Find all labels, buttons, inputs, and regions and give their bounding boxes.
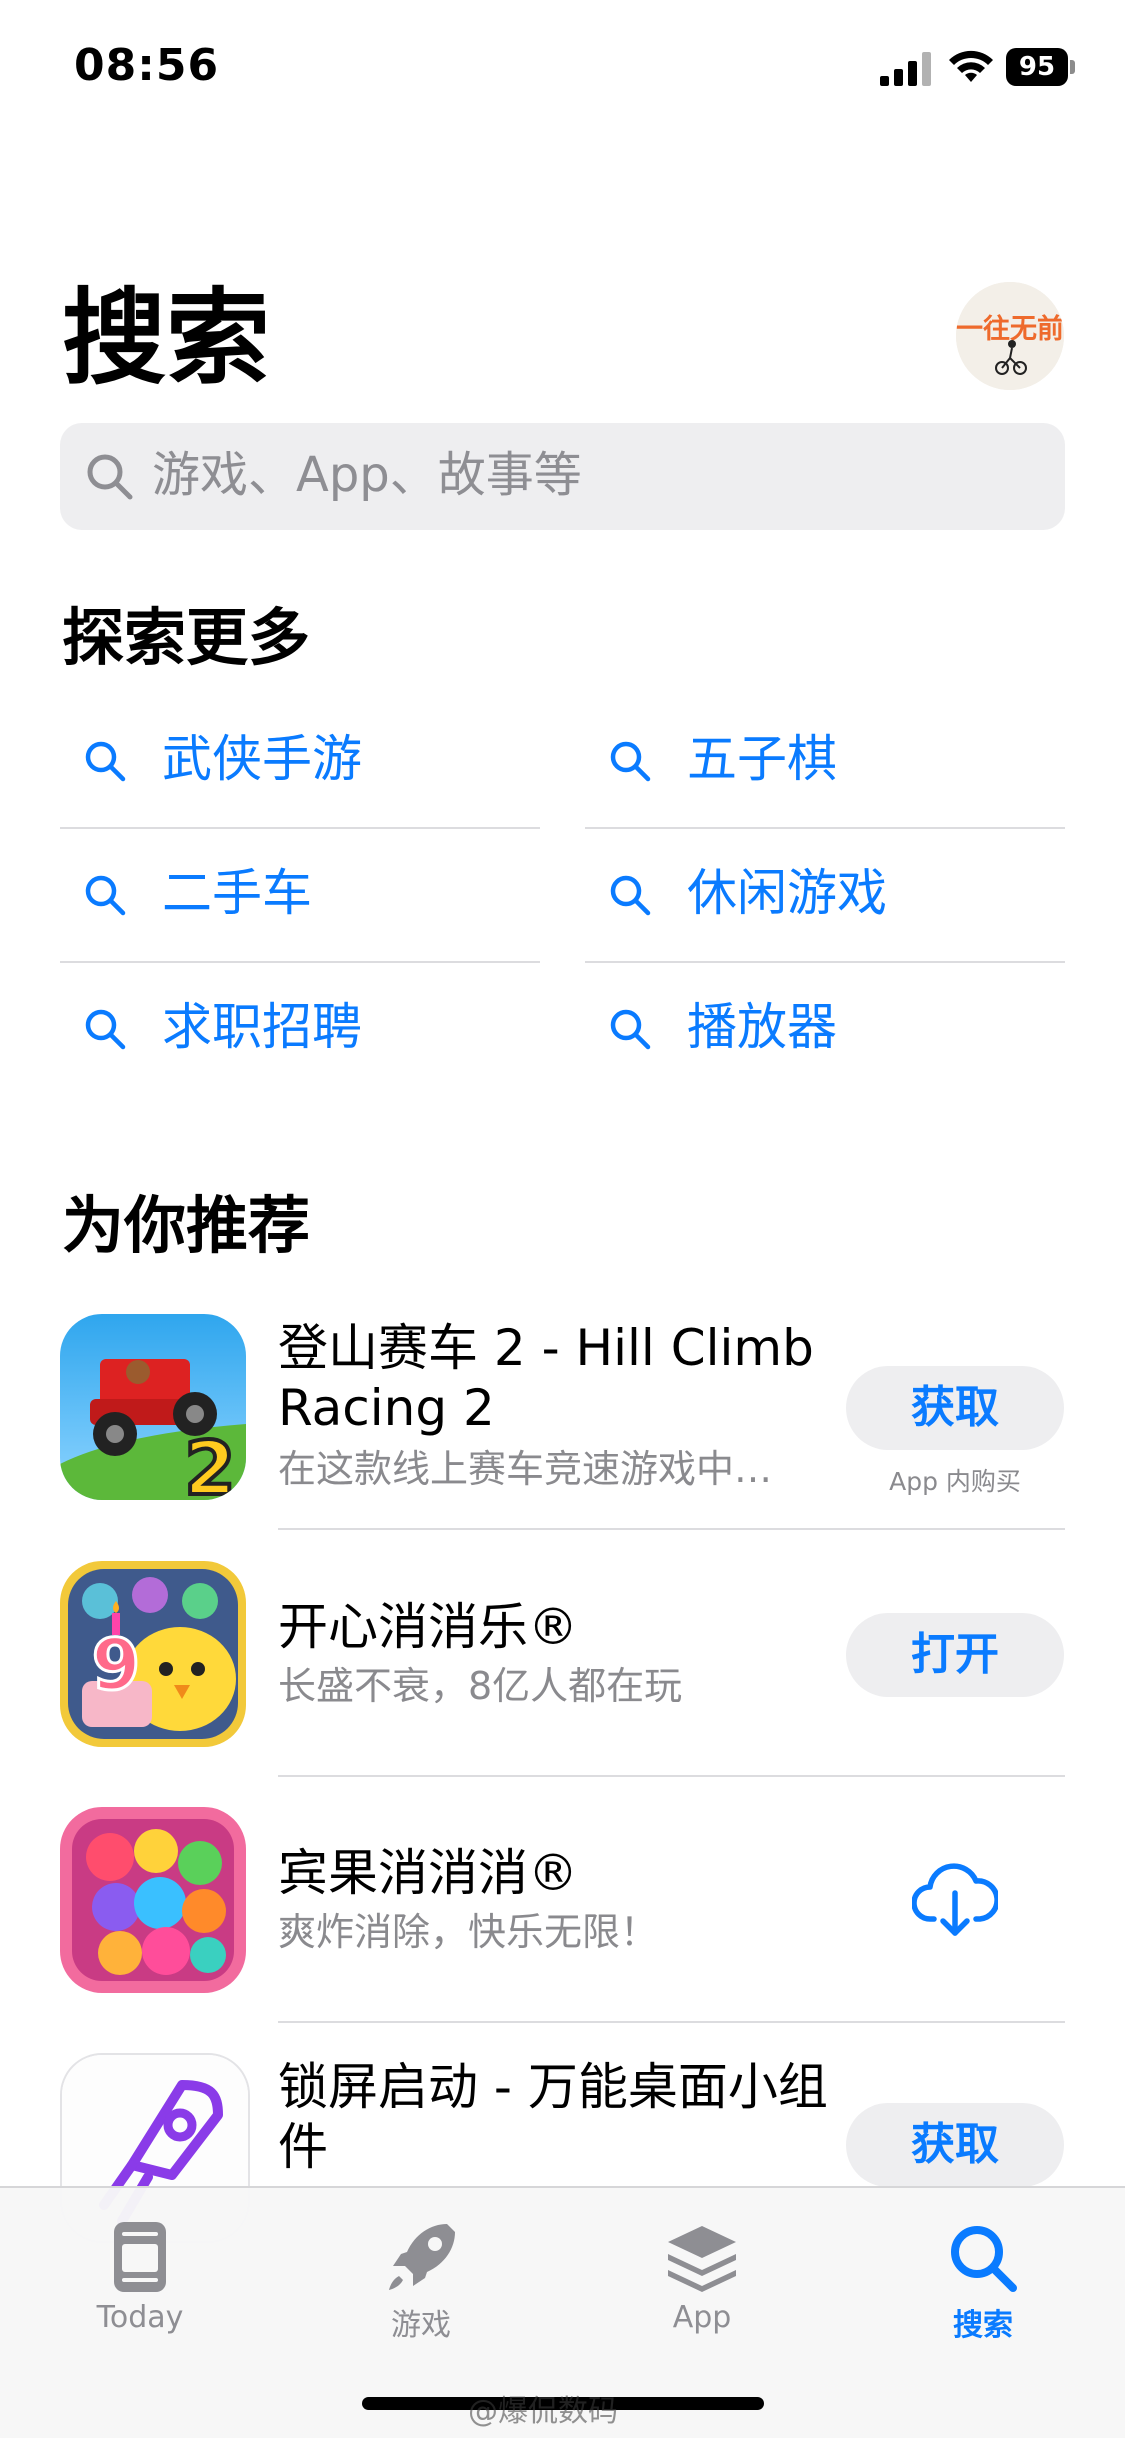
watermark: @爆侃数码 [468,2394,618,2429]
app-name: 锁屏启动 - 万能桌面小组件 [278,2058,828,2176]
account-avatar[interactable]: 一往无前 [956,282,1064,390]
in-app-purchase-note: App 内购买 [889,1467,1021,1496]
tab-label: Today [96,2300,184,2335]
app-row-happy-elements[interactable]: 9 开心消消乐® 长盛不衰，8亿人都在玩 打开 [60,1561,1065,1807]
cellular-signal-icon [880,52,931,86]
divider [278,1775,1065,1777]
svg-text:2: 2 [184,1426,236,1500]
explore-item[interactable]: 休闲游戏 [585,830,1065,963]
explore-item[interactable]: 武侠手游 [60,696,540,829]
explore-item-label: 播放器 [687,998,837,1056]
tab-label: 搜索 [953,2308,1013,2343]
search-icon [87,454,133,500]
app-subtitle: 爽炸消除，快乐无限！ [278,1910,659,1954]
app-icon-happy-elements: 9 [60,1561,246,1747]
search-icon [85,875,126,916]
app-icon-bingo-crush [60,1807,246,1993]
page-title: 搜索 [62,277,271,399]
divider [585,961,1065,963]
cloud-download-icon[interactable] [912,1861,998,1941]
search-icon [610,1009,651,1050]
app-subtitle: 在这款线上赛车竞速游戏中… [278,1447,773,1491]
svg-text:9: 9 [92,1624,141,1706]
app-name: 开心消消乐® [278,1598,578,1656]
search-icon [610,741,651,782]
explore-item[interactable]: 五子棋 [585,696,1065,829]
tab-games[interactable]: 游戏 [331,2208,511,2348]
get-button[interactable]: 获取 [846,1366,1064,1450]
divider [278,2021,1065,2023]
app-icon-hill-climb: 2 [60,1314,246,1500]
explore-item[interactable]: 播放器 [585,964,1065,1097]
search-field[interactable]: 游戏、App、故事等 [60,423,1065,530]
search-icon [951,2226,1017,2292]
explore-item-label: 武侠手游 [162,730,362,788]
explore-section-title: 探索更多 [62,601,311,674]
explore-item[interactable]: 求职招聘 [60,964,540,1097]
search-placeholder: 游戏、App、故事等 [152,447,582,503]
divider [278,1528,1065,1530]
app-row-hill-climb[interactable]: 2 登山赛车 2 - Hill Climb Racing 2 在这款线上赛车竞速… [60,1314,1065,1560]
open-button[interactable]: 打开 [846,1613,1064,1697]
avatar-text: 一往无前 [956,313,1064,345]
explore-item-label: 休闲游戏 [687,864,887,922]
battery-icon: 95 [1006,48,1075,86]
search-icon [85,741,126,782]
avatar-image: 一往无前 [956,282,1064,390]
tab-apps[interactable]: App [612,2208,792,2348]
app-name: 宾果消消消® [278,1844,578,1902]
get-button[interactable]: 获取 [846,2103,1064,2187]
explore-item-label: 求职招聘 [162,998,362,1056]
explore-item-label: 五子棋 [687,730,837,788]
app-subtitle: 长盛不衰，8亿人都在玩 [278,1664,683,1708]
wifi-icon [949,50,993,82]
stack-icon [668,2226,736,2292]
status-time: 08:56 [74,40,220,91]
app-row-bingo-crush[interactable]: 宾果消消消® 爽炸消除，快乐无限！ [60,1807,1065,2053]
tab-label: 游戏 [391,2308,451,2343]
tab-search[interactable]: 搜索 [893,2208,1073,2348]
today-icon [114,2222,166,2292]
search-icon [610,875,651,916]
search-icon [85,1009,126,1050]
divider [60,961,540,963]
rocket-icon [389,2224,455,2290]
explore-item[interactable]: 二手车 [60,830,540,963]
battery-level: 95 [1006,48,1068,86]
recommended-section-title: 为你推荐 [62,1189,311,1262]
divider [60,827,540,829]
app-name: 登山赛车 2 - Hill Climb Racing 2 [278,1319,814,1437]
tab-today[interactable]: Today [50,2208,230,2348]
divider [585,827,1065,829]
explore-item-label: 二手车 [162,864,312,922]
tab-label: App [672,2300,732,2335]
